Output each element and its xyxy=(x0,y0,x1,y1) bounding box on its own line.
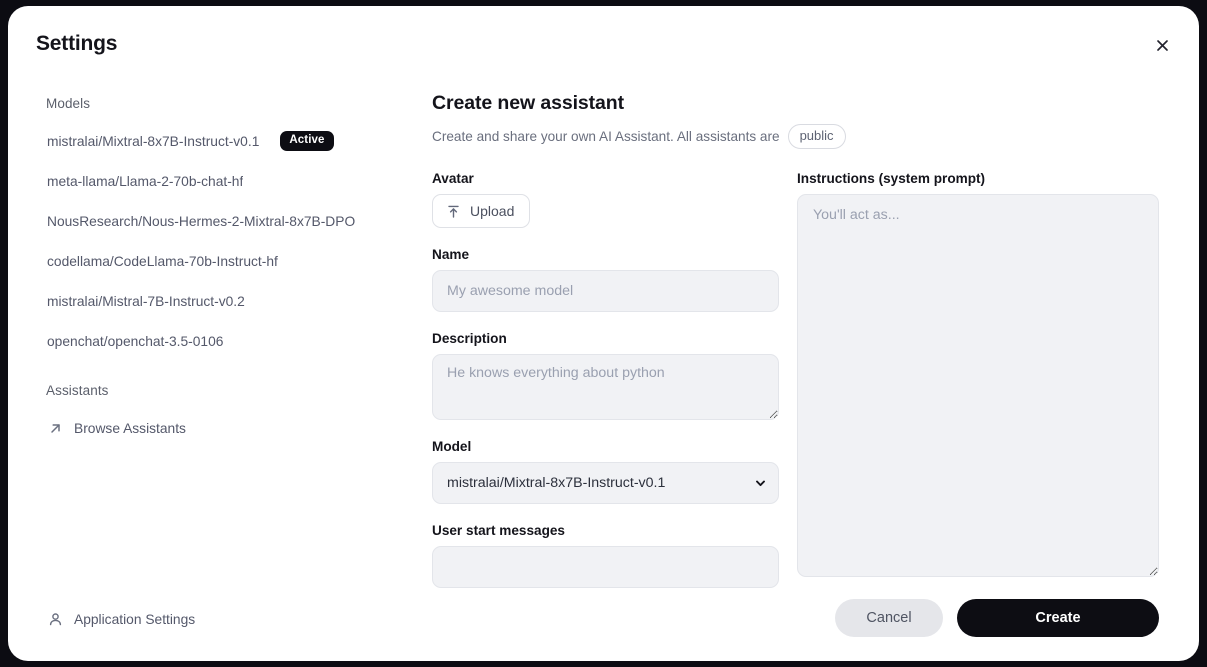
sidebar-item-label: mistralai/Mistral-7B-Instruct-v0.2 xyxy=(47,293,245,309)
sidebar-item-browse-assistants[interactable]: Browse Assistants xyxy=(36,408,398,448)
form-right-column: Instructions (system prompt) Cancel Crea… xyxy=(797,171,1159,661)
upload-button[interactable]: Upload xyxy=(432,194,531,229)
sidebar-item-label: openchat/openchat-3.5-0106 xyxy=(47,333,224,349)
sidebar-item-model[interactable]: meta-llama/Llama-2-70b-chat-hf xyxy=(36,161,398,201)
upload-button-label: Upload xyxy=(470,203,515,220)
sidebar-section-assistants: Assistants xyxy=(46,383,109,398)
main-panel: Create new assistant Create and share yo… xyxy=(418,84,1199,661)
visibility-pill: public xyxy=(787,124,846,150)
sidebar-item-model[interactable]: mistralai/Mixtral-8x7B-Instruct-v0.1 Act… xyxy=(36,121,398,161)
sidebar-item-label: mistralai/Mixtral-8x7B-Instruct-v0.1 xyxy=(47,133,260,149)
avatar-field: Avatar Upload xyxy=(432,171,779,229)
sidebar: Models mistralai/Mixtral-8x7B-Instruct-v… xyxy=(8,84,418,661)
name-field: Name xyxy=(432,247,779,313)
instructions-textarea[interactable] xyxy=(797,194,1159,577)
main-heading: Create new assistant xyxy=(432,92,625,114)
sidebar-item-label: Browse Assistants xyxy=(74,420,186,436)
model-field: Model mistralai/Mixtral-8x7B-Instruct-v0… xyxy=(432,439,779,505)
upload-icon xyxy=(446,204,461,219)
form-left-column: Avatar Upload Name My awesome model Desc… xyxy=(432,171,779,661)
name-label: Name xyxy=(432,247,470,263)
model-label: Model xyxy=(432,439,472,455)
sidebar-model-list: mistralai/Mixtral-8x7B-Instruct-v0.1 Act… xyxy=(36,121,398,361)
sidebar-item-label: codellama/CodeLlama-70b-Instruct-hf xyxy=(47,253,278,269)
user-start-messages-input[interactable] xyxy=(432,546,779,589)
description-field: Description xyxy=(432,331,779,421)
main-subheading-text: Create and share your own AI Assistant. … xyxy=(432,129,780,145)
sidebar-item-model[interactable]: NousResearch/Nous-Hermes-2-Mixtral-8x7B-… xyxy=(36,201,398,241)
sidebar-item-model[interactable]: openchat/openchat-3.5-0106 xyxy=(36,321,398,361)
model-select[interactable]: mistralai/Mixtral-8x7B-Instruct-v0.1meta… xyxy=(432,462,779,505)
sidebar-item-label: Application Settings xyxy=(74,611,196,627)
page-title: Settings xyxy=(36,32,118,55)
assistant-form: Avatar Upload Name My awesome model Desc… xyxy=(432,171,1159,661)
sidebar-section-models: Models xyxy=(46,96,91,111)
model-select-wrapper: mistralai/Mixtral-8x7B-Instruct-v0.1meta… xyxy=(432,462,779,505)
sidebar-item-label: NousResearch/Nous-Hermes-2-Mixtral-8x7B-… xyxy=(47,213,356,229)
settings-modal: Settings Models mistralai/Mixtral-8x7B-I… xyxy=(8,6,1199,661)
sidebar-footer: Application Settings xyxy=(36,599,398,661)
sidebar-item-model[interactable]: codellama/CodeLlama-70b-Instruct-hf xyxy=(36,241,398,281)
cancel-button[interactable]: Cancel xyxy=(835,599,943,637)
status-badge: Active xyxy=(280,130,334,152)
user-start-messages-label: User start messages xyxy=(432,523,565,539)
arrow-up-right-icon xyxy=(47,420,64,437)
main-subheading: Create and share your own AI Assistant. … xyxy=(432,124,1159,150)
description-textarea[interactable] xyxy=(432,354,779,421)
modal-body: Models mistralai/Mixtral-8x7B-Instruct-v… xyxy=(8,84,1199,661)
app-root: Settings Models mistralai/Mixtral-8x7B-I… xyxy=(0,0,1207,667)
close-icon[interactable] xyxy=(1149,32,1175,58)
form-actions: Cancel Create xyxy=(797,577,1159,661)
name-input[interactable] xyxy=(432,270,779,313)
modal-header: Settings xyxy=(8,6,1199,84)
user-start-messages-field: User start messages xyxy=(432,523,779,589)
instructions-label: Instructions (system prompt) xyxy=(797,171,986,187)
sidebar-item-model[interactable]: mistralai/Mistral-7B-Instruct-v0.2 xyxy=(36,281,398,321)
user-icon xyxy=(47,611,64,628)
avatar-label: Avatar xyxy=(432,171,474,187)
description-label: Description xyxy=(432,331,507,347)
sidebar-item-label: meta-llama/Llama-2-70b-chat-hf xyxy=(47,173,244,189)
sidebar-assistant-list: Browse Assistants xyxy=(36,408,398,448)
sidebar-item-application-settings[interactable]: Application Settings xyxy=(36,599,398,639)
create-button[interactable]: Create xyxy=(957,599,1159,637)
